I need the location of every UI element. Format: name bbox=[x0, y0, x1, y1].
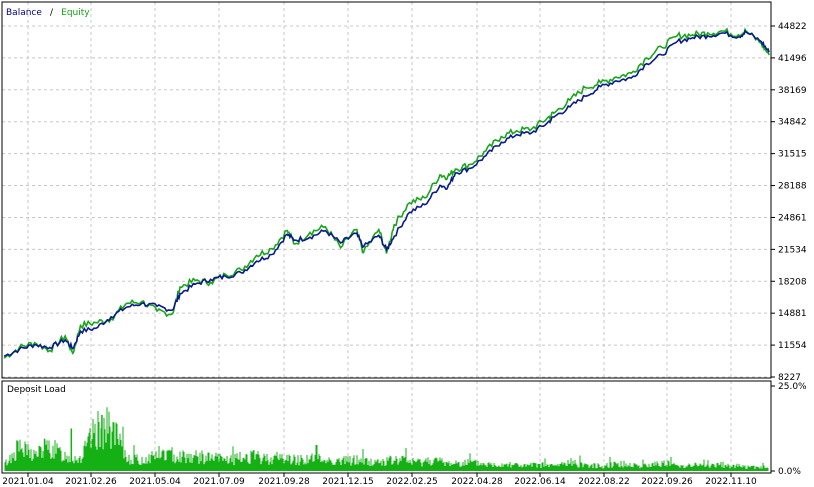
x-tick-label: 2021.12.15 bbox=[322, 477, 374, 487]
x-tick-label: 2022.11.10 bbox=[705, 477, 757, 487]
x-tick-label: 2022.08.22 bbox=[578, 477, 630, 487]
y-tick-label: 31515 bbox=[778, 150, 807, 160]
x-tick-label: 2021.01.04 bbox=[2, 477, 54, 487]
load-y-tick-label: 25.0% bbox=[778, 382, 807, 392]
y-tick-label: 24861 bbox=[778, 213, 807, 223]
x-tick-label: 2021.05.04 bbox=[129, 477, 181, 487]
y-tick-label: 18208 bbox=[778, 277, 807, 287]
y-tick-label: 38169 bbox=[778, 86, 807, 96]
y-tick-label: 21534 bbox=[778, 245, 807, 255]
deposit-load-title: Deposit Load bbox=[7, 385, 66, 395]
x-tick-label: 2022.02.25 bbox=[386, 477, 438, 487]
x-tick-label: 2021.07.09 bbox=[193, 477, 245, 487]
y-tick-label: 28188 bbox=[778, 182, 807, 192]
x-tick-label: 2022.09.26 bbox=[641, 477, 693, 487]
y-tick-label: 44822 bbox=[778, 22, 807, 32]
balance-equity-chart: 44822 41496 38169 34842 31515 28188 24861 21534… bbox=[0, 0, 814, 487]
y-tick-label: 41496 bbox=[778, 54, 807, 64]
legend-equity: Equity bbox=[61, 8, 90, 18]
x-tick-label: 2022.04.28 bbox=[451, 477, 503, 487]
x-tick-label: 2021.09.28 bbox=[258, 477, 310, 487]
y-tick-label: 14881 bbox=[778, 309, 807, 319]
x-tick-label: 2021.02.26 bbox=[65, 477, 117, 487]
y-tick-label: 34842 bbox=[778, 118, 807, 128]
x-tick-label: 2022.06.14 bbox=[514, 477, 566, 487]
load-y-tick-label: 0.0% bbox=[778, 467, 801, 477]
legend-balance: Balance bbox=[6, 8, 42, 18]
legend-separator: / bbox=[50, 8, 54, 18]
y-tick-label: 11554 bbox=[778, 341, 807, 351]
chart-background bbox=[0, 0, 814, 487]
